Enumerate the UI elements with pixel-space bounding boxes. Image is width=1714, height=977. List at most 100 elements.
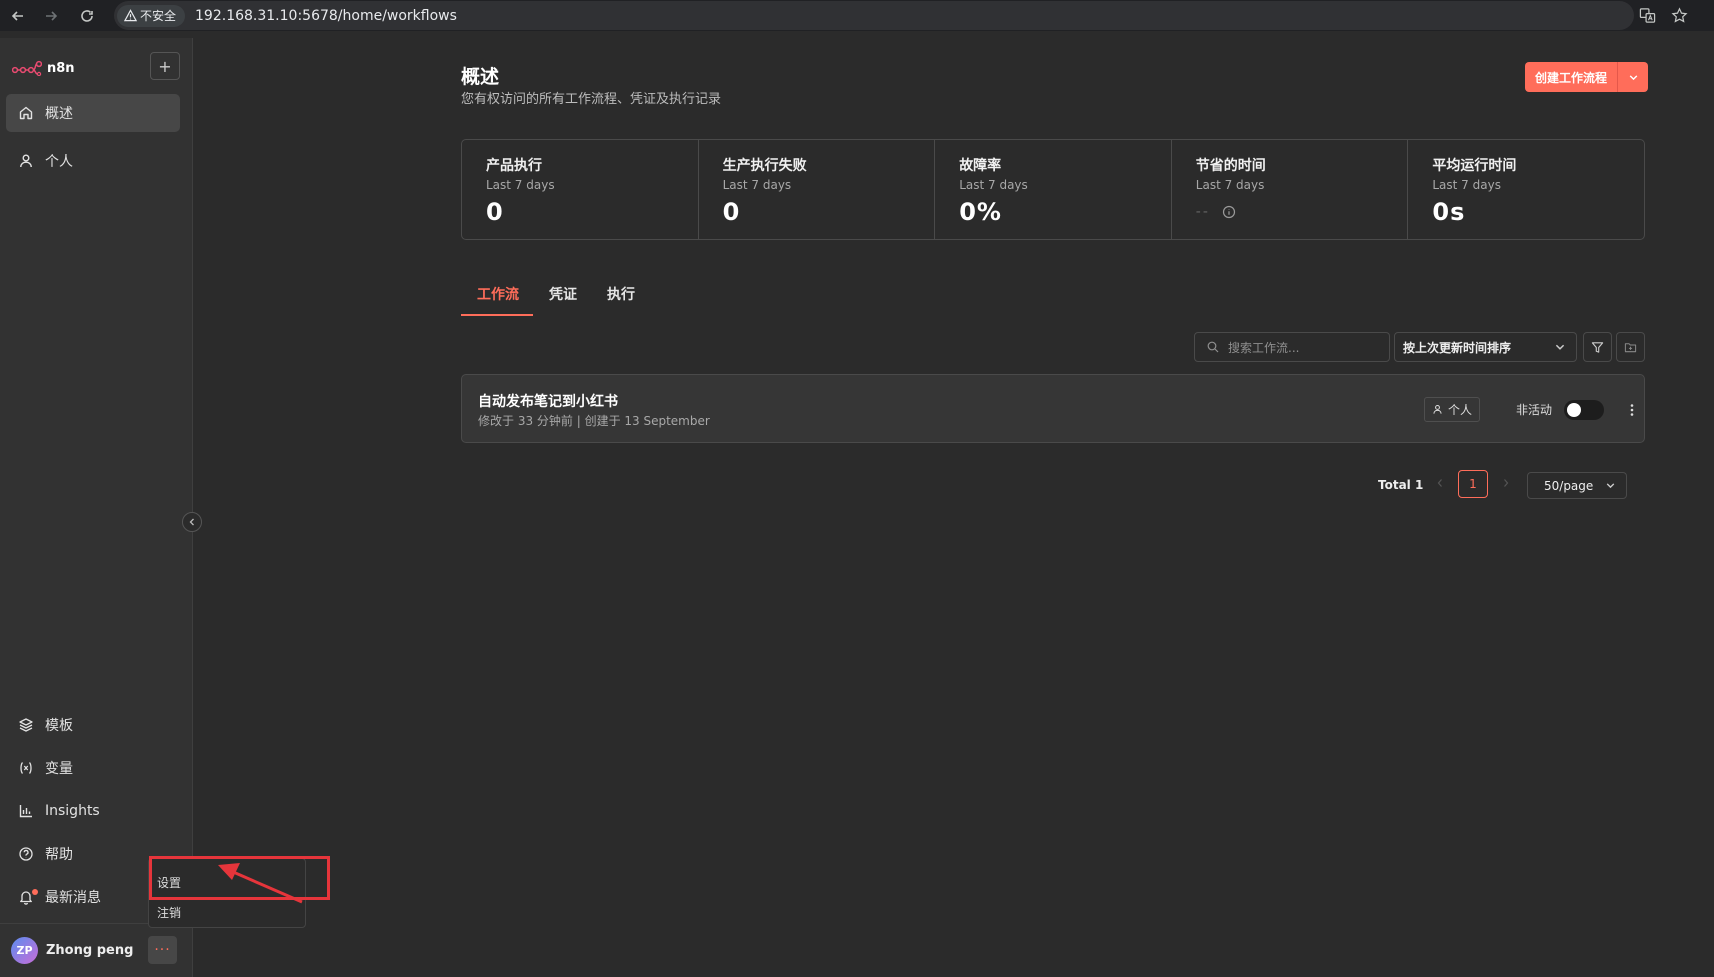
- sidebar-item-label: Insights: [45, 803, 100, 819]
- translate-icon[interactable]: [1633, 0, 1661, 31]
- search-placeholder: 搜索工作流...: [1228, 340, 1300, 355]
- sidebar-item-label: 概述: [45, 106, 73, 122]
- workflow-active-toggle[interactable]: [1564, 400, 1604, 420]
- bookmark-star-icon[interactable]: [1665, 0, 1693, 31]
- sort-selected-value: 按上次更新时间排序: [1403, 340, 1512, 355]
- sidebar-item-label: 帮助: [45, 847, 73, 863]
- search-input[interactable]: 搜索工作流...: [1194, 332, 1390, 362]
- security-indicator[interactable]: 不安全: [117, 4, 186, 27]
- main-content: 概述 您有权访问的所有工作流程、凭证及执行记录 创建工作流程 产品执行 Last…: [194, 38, 1714, 977]
- workflow-actions-menu[interactable]: [1622, 397, 1642, 422]
- user-profile: ZP Zhong peng ···: [0, 923, 193, 977]
- folder-plus-icon: [1624, 342, 1637, 352]
- sidebar-item-label: 最新消息: [45, 890, 101, 906]
- workflow-card[interactable]: 自动发布笔记到小红书 修改于 33 分钟前 | 创建于 13 September…: [461, 374, 1645, 443]
- stat-value: 0: [486, 198, 504, 226]
- workflow-meta: 修改于 33 分钟前 | 创建于 13 September: [478, 414, 710, 428]
- avatar[interactable]: ZP: [11, 937, 38, 964]
- user-name: Zhong peng: [46, 943, 134, 958]
- stat-prod-executions[interactable]: 产品执行 Last 7 days 0: [462, 140, 699, 239]
- sidebar-item-templates[interactable]: 模板: [6, 706, 180, 744]
- stat-title: 产品执行: [486, 158, 542, 174]
- stat-failed-executions[interactable]: 生产执行失败 Last 7 days 0: [699, 140, 936, 239]
- sidebar-item-variables[interactable]: 变量: [6, 749, 180, 787]
- stat-period: Last 7 days: [1195, 178, 1265, 192]
- stat-title: 节省的时间: [1195, 158, 1266, 174]
- pagination-total: Total 1: [1378, 478, 1424, 492]
- stat-value: 0%: [959, 198, 1002, 226]
- page-title: 概述: [461, 66, 500, 88]
- url-text[interactable]: 192.168.31.10:5678/home/workflows: [195, 8, 457, 24]
- chevron-right-icon: [1504, 479, 1509, 487]
- menu-item-logout[interactable]: 注销: [157, 904, 181, 921]
- tab-executions[interactable]: 执行: [591, 284, 649, 316]
- warning-icon: [124, 9, 137, 22]
- chevron-down-icon: [1555, 344, 1565, 350]
- sidebar-item-insights[interactable]: Insights: [6, 792, 180, 830]
- stat-value: 0: [722, 198, 741, 226]
- stat-period: Last 7 days: [1432, 178, 1501, 192]
- page-size-value: 50/page: [1544, 478, 1594, 493]
- logo-text: n8n: [47, 60, 75, 76]
- workflow-status-label: 非活动: [1516, 403, 1553, 417]
- chevron-down-icon: [1606, 483, 1615, 489]
- address-bar[interactable]: 不安全 192.168.31.10:5678/home/workflows: [114, 1, 1634, 30]
- tab-credentials[interactable]: 凭证: [533, 284, 591, 316]
- workflow-name[interactable]: 自动发布笔记到小红书: [478, 391, 618, 411]
- prev-page-button[interactable]: [1436, 478, 1444, 488]
- notification-dot: [32, 889, 38, 895]
- page-size-select[interactable]: 50/page: [1527, 472, 1627, 499]
- chevron-down-icon: [1629, 74, 1637, 80]
- owner-badge: 个人: [1424, 397, 1481, 422]
- chevron-left-icon: [1437, 479, 1442, 487]
- stat-avg-runtime[interactable]: 平均运行时间 Last 7 days 0s: [1408, 140, 1644, 239]
- help-icon: [19, 847, 33, 861]
- sidebar-item-overview[interactable]: 概述: [6, 94, 180, 132]
- user-icon: [20, 154, 32, 168]
- next-page-button[interactable]: [1502, 478, 1510, 488]
- create-workflow-button[interactable]: 创建工作流程: [1525, 62, 1619, 92]
- stat-value: --: [1195, 204, 1210, 220]
- filter-icon: [1591, 341, 1604, 353]
- reload-icon[interactable]: [69, 0, 105, 31]
- n8n-logo[interactable]: n8n: [12, 60, 75, 76]
- content-tabs: 工作流 凭证 执行: [461, 284, 649, 316]
- user-icon: [1433, 404, 1442, 414]
- create-workflow-button-group: 创建工作流程: [1525, 62, 1649, 92]
- stat-time-saved[interactable]: 节省的时间 Last 7 days --: [1172, 140, 1409, 239]
- user-menu-button[interactable]: ···: [148, 936, 177, 964]
- page-subtitle: 您有权访问的所有工作流程、凭证及执行记录: [461, 92, 722, 107]
- back-icon[interactable]: [0, 0, 36, 31]
- sidebar-item-personal[interactable]: 个人: [6, 142, 180, 180]
- home-icon: [19, 106, 33, 120]
- sidebar-item-label: 模板: [45, 718, 73, 734]
- search-icon: [1207, 341, 1219, 353]
- stat-title: 故障率: [959, 158, 1002, 174]
- stat-period: Last 7 days: [486, 178, 555, 192]
- stat-title: 生产执行失败: [722, 158, 807, 174]
- owner-label: 个人: [1448, 403, 1473, 417]
- tab-workflows[interactable]: 工作流: [461, 284, 533, 316]
- stat-value: 0s: [1432, 198, 1466, 226]
- n8n-logo-icon: [12, 60, 42, 76]
- stat-failure-rate[interactable]: 故障率 Last 7 days 0%: [935, 140, 1172, 239]
- new-folder-button[interactable]: [1616, 332, 1645, 362]
- filter-button[interactable]: [1583, 332, 1612, 362]
- sidebar-item-label: 变量: [45, 761, 73, 777]
- toggle-knob: [1567, 403, 1581, 417]
- sidebar: n8n + 概述 个人 模板 变量 Insights 帮助 最新消息 ZP Zh…: [0, 38, 193, 977]
- templates-icon: [19, 718, 33, 732]
- security-label: 不安全: [140, 9, 177, 23]
- stat-title: 平均运行时间: [1432, 158, 1517, 174]
- more-vertical-icon: [1630, 403, 1634, 416]
- page-1-button[interactable]: 1: [1458, 470, 1488, 498]
- stat-period: Last 7 days: [722, 178, 792, 192]
- sort-select[interactable]: 按上次更新时间排序: [1394, 332, 1577, 362]
- sidebar-item-label: 个人: [45, 154, 73, 170]
- browser-toolbar: 不安全 192.168.31.10:5678/home/workflows: [0, 0, 1714, 31]
- create-options-button[interactable]: [1618, 62, 1649, 92]
- add-button[interactable]: +: [150, 52, 180, 80]
- info-icon[interactable]: [1222, 205, 1236, 219]
- variables-icon: [20, 762, 32, 774]
- forward-icon[interactable]: [33, 0, 69, 31]
